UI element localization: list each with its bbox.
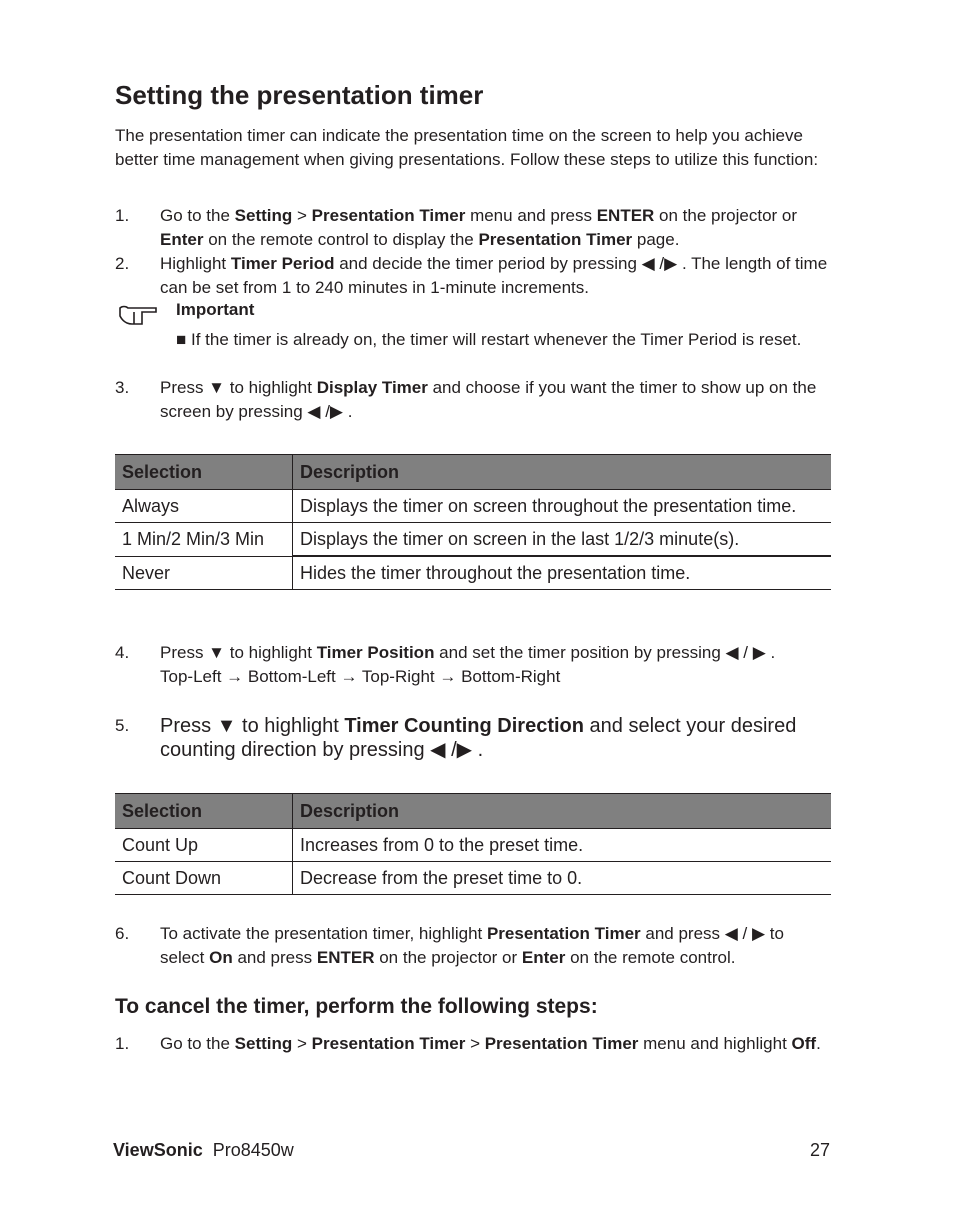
table-row: Always Displays the timer on screen throu… [115, 489, 831, 523]
cancel-step-1: 1. Go to the Setting > Presentation Time… [115, 1034, 821, 1053]
step-4: 4. Press ▼ to highlight Timer Position a… [115, 641, 830, 689]
display-timer-table: Selection Description Always Displays the … [115, 454, 831, 590]
step-3: 3. Press ▼ to highlight Display Timer an… [115, 378, 817, 421]
position-sequence: Top-Left → Bottom-Left → Top-Right → Bot… [160, 667, 561, 686]
square-bullet-icon: ■ [176, 330, 191, 349]
table-row: 1 Min/2 Min/3 Min Displays the timer on s… [115, 522, 831, 557]
pointing-hand-icon [119, 305, 157, 325]
footer-brand: ViewSonic Pro8450w [113, 1140, 294, 1160]
step-6: 6. To activate the presentation timer, h… [115, 924, 784, 967]
page-number: 27 [809, 1140, 830, 1160]
manual-page: Setting the presentation timer The prese… [0, 0, 954, 1218]
cancel-heading: To cancel the timer, perform the followi… [115, 995, 598, 1018]
page-title: Setting the presentation timer [115, 80, 484, 110]
step-5: 5. Press ▼ to highlight Timer Counting D… [115, 715, 797, 761]
footer-model: Pro8450w [212, 1140, 294, 1160]
intro-paragraph: The presentation timer can indicate the … [115, 126, 819, 169]
step-2: 2. Highlight Timer Period and decide the… [115, 254, 828, 297]
table-row: Count Up Increases from 0 to the preset t… [115, 828, 831, 862]
important-text: ■ If the timer is already on, the timer … [176, 330, 802, 349]
table-header-row: Selection Description [115, 793, 831, 829]
table-header-row: Selection Description [115, 454, 831, 490]
table-row: Never Hides the timer throughout the pres… [115, 556, 831, 590]
important-label: Important [176, 300, 255, 319]
counting-direction-table: Selection Description Count Up Increases f… [115, 793, 831, 895]
table-row: Count Down Decrease from the preset time … [115, 861, 831, 895]
step-1: 1. Go to the Setting > Presentation Time… [115, 206, 798, 249]
